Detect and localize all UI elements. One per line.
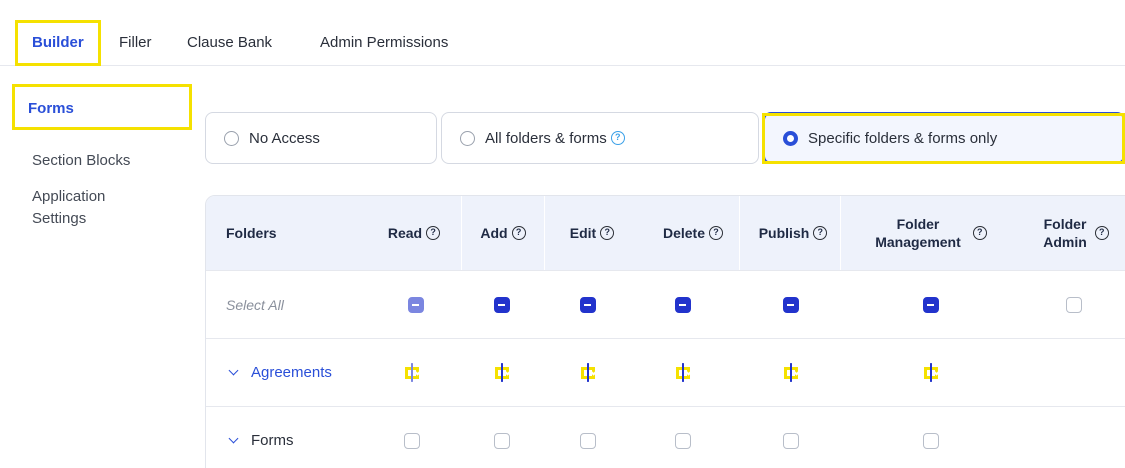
- select-all-delete-checkbox[interactable]: [675, 296, 691, 313]
- radio-button[interactable]: [224, 130, 239, 146]
- radio-button[interactable]: [460, 130, 475, 146]
- table-row-forms: Forms: [206, 406, 1125, 468]
- top-nav: Builder Filler Clause Bank Admin Permiss…: [0, 0, 1125, 66]
- forms-read-checkbox[interactable]: [404, 432, 420, 449]
- table-header: Folders Read? Add? Edit? Delete? Publish…: [206, 196, 1125, 270]
- question-circle-icon[interactable]: ?: [813, 226, 828, 240]
- question-circle-icon[interactable]: ?: [972, 226, 987, 240]
- select-all-read-checkbox[interactable]: [408, 296, 424, 313]
- tab-filler[interactable]: Filler: [119, 34, 152, 51]
- agreements-publish-checkbox[interactable]: [790, 362, 792, 382]
- forms-delete-checkbox[interactable]: [675, 432, 691, 449]
- column-header-folder-admin: Folder Admin ?: [1021, 196, 1125, 270]
- column-header-folder-management: Folder Management ?: [856, 196, 1006, 270]
- sidebar-item-section-blocks[interactable]: Section Blocks: [32, 150, 130, 171]
- question-circle-icon[interactable]: ?: [709, 226, 724, 240]
- sidebar-item-application-settings[interactable]: Application: [32, 186, 105, 207]
- tab-admin-permissions[interactable]: Admin Permissions: [320, 34, 448, 51]
- folder-row-label[interactable]: Forms: [228, 407, 294, 468]
- column-header-folders: Folders: [226, 225, 277, 241]
- folder-row-label[interactable]: Agreements: [228, 339, 332, 406]
- column-header-delete: Delete?: [643, 196, 743, 270]
- column-header-read: Read?: [374, 196, 454, 270]
- access-option-specific-folders[interactable]: Specific folders & forms only: [763, 112, 1125, 164]
- chevron-down-icon[interactable]: [228, 433, 239, 444]
- forms-publish-checkbox[interactable]: [783, 432, 799, 449]
- select-all-publish-checkbox[interactable]: [783, 296, 799, 313]
- access-option-label: No Access: [249, 129, 320, 147]
- access-option-label: Specific folders & forms only: [808, 129, 998, 147]
- column-header-publish: Publish?: [744, 196, 842, 270]
- access-option-no-access[interactable]: No Access: [205, 112, 437, 164]
- column-header-edit: Edit?: [551, 196, 633, 270]
- agreements-edit-checkbox[interactable]: [587, 362, 589, 382]
- forms-add-checkbox[interactable]: [494, 432, 510, 449]
- question-circle-icon[interactable]: ?: [1094, 226, 1109, 240]
- forms-folder-management-checkbox[interactable]: [923, 432, 939, 449]
- table-row-select-all: Select All: [206, 270, 1125, 338]
- chevron-down-icon[interactable]: [228, 365, 239, 376]
- question-circle-icon[interactable]: ?: [426, 226, 441, 240]
- permissions-table: Folders Read? Add? Edit? Delete? Publish…: [205, 195, 1125, 468]
- question-circle-icon[interactable]: ?: [610, 131, 625, 145]
- select-all-label: Select All: [226, 296, 284, 313]
- agreements-delete-checkbox[interactable]: [682, 362, 684, 382]
- select-all-folder-admin-checkbox[interactable]: [1066, 296, 1082, 313]
- select-all-edit-checkbox[interactable]: [580, 296, 596, 313]
- select-all-folder-management-checkbox[interactable]: [923, 296, 939, 313]
- access-option-all-folders[interactable]: All folders & forms ?: [441, 112, 759, 164]
- sidebar-item-forms[interactable]: Forms: [28, 98, 74, 119]
- radio-button-selected[interactable]: [783, 130, 798, 146]
- table-row-agreements: Agreements: [206, 338, 1125, 406]
- agreements-add-checkbox[interactable]: [501, 362, 503, 382]
- agreements-read-checkbox[interactable]: [411, 362, 413, 382]
- column-header-add: Add?: [462, 196, 544, 270]
- tab-clause-bank[interactable]: Clause Bank: [187, 34, 272, 51]
- select-all-add-checkbox[interactable]: [494, 296, 510, 313]
- tab-builder[interactable]: Builder: [32, 34, 84, 51]
- question-circle-icon[interactable]: ?: [600, 226, 615, 240]
- forms-edit-checkbox[interactable]: [580, 432, 596, 449]
- question-circle-icon[interactable]: ?: [511, 226, 526, 240]
- agreements-folder-management-checkbox[interactable]: [930, 362, 932, 382]
- access-option-label: All folders & forms: [485, 129, 607, 147]
- sidebar-item-application-settings-line2[interactable]: Settings: [32, 208, 86, 229]
